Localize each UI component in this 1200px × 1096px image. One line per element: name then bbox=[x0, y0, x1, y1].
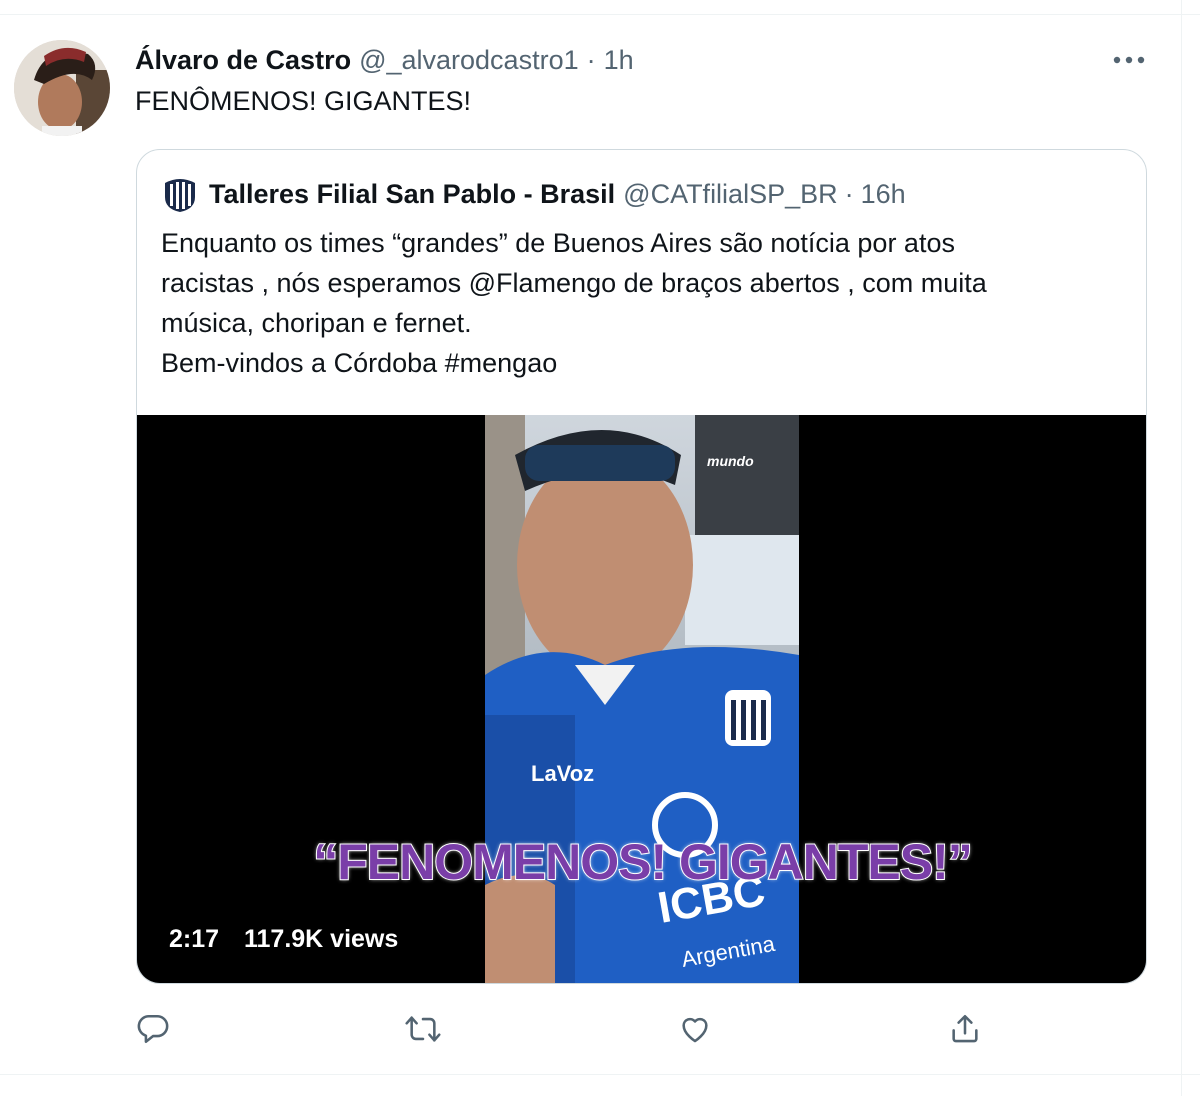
video-duration: 2:17 bbox=[169, 925, 220, 953]
timeline-border bbox=[1181, 0, 1182, 1096]
quoted-tweet[interactable]: Talleres Filial San Pablo - Brasil @CATf… bbox=[136, 149, 1147, 984]
shirt-text: LaVoz bbox=[531, 761, 594, 786]
video-thumbnail: LaVoz ICBC Argentina bbox=[485, 415, 799, 983]
avatar-photo bbox=[14, 40, 110, 136]
more-options-icon[interactable] bbox=[1108, 46, 1150, 74]
retweet-icon[interactable] bbox=[400, 1006, 446, 1052]
quoted-tweet-header: Talleres Filial San Pablo - Brasil @CATf… bbox=[161, 176, 906, 212]
quoted-text-line: racistas , nós esperamos @Flamengo de br… bbox=[161, 268, 987, 298]
like-icon[interactable] bbox=[672, 1006, 718, 1052]
video-frame: LaVoz ICBC Argentina mundo bbox=[485, 415, 799, 983]
quoted-display-name[interactable]: Talleres Filial San Pablo - Brasil bbox=[209, 179, 615, 210]
tweet-header: Álvaro de Castro @_alvarodcastro1 · 1h bbox=[135, 40, 634, 80]
quoted-text-line: música, choripan e fernet. bbox=[161, 308, 472, 338]
display-name[interactable]: Álvaro de Castro bbox=[135, 45, 351, 76]
quoted-separator-dot: · bbox=[844, 178, 854, 209]
quoted-tweet-text: Enquanto os times “grandes” de Buenos Ai… bbox=[161, 223, 1121, 383]
club-logo-icon bbox=[161, 175, 199, 213]
user-handle[interactable]: @_alvarodcastro1 bbox=[359, 45, 579, 76]
avatar[interactable] bbox=[14, 40, 110, 136]
video-caption: “FENOMENOS! GIGANTES!” bbox=[312, 833, 974, 891]
quoted-user-handle[interactable]: @CATfilialSP_BR bbox=[623, 179, 837, 210]
video-player[interactable]: LaVoz ICBC Argentina mundo “FENOMENOS! G… bbox=[137, 415, 1146, 983]
video-views: 117.9K views bbox=[244, 925, 399, 953]
tweet-actions bbox=[0, 1006, 1200, 1054]
quoted-tweet-time[interactable]: 16h bbox=[861, 179, 906, 210]
quoted-text-line: Bem-vindos a Córdoba #mengao bbox=[161, 348, 558, 378]
video-meta: 2:17 117.9K views bbox=[169, 925, 398, 954]
share-icon[interactable] bbox=[942, 1006, 988, 1052]
top-divider bbox=[0, 14, 1200, 15]
reply-icon[interactable] bbox=[130, 1006, 176, 1052]
video-watermark: mundo bbox=[707, 453, 754, 469]
quoted-text-line: Enquanto os times “grandes” de Buenos Ai… bbox=[161, 228, 955, 258]
bottom-divider bbox=[0, 1074, 1200, 1075]
tweet-time[interactable]: 1h bbox=[604, 45, 634, 76]
tweet-text: FENÔMENOS! GIGANTES! bbox=[135, 86, 472, 116]
separator-dot: · bbox=[586, 44, 596, 75]
